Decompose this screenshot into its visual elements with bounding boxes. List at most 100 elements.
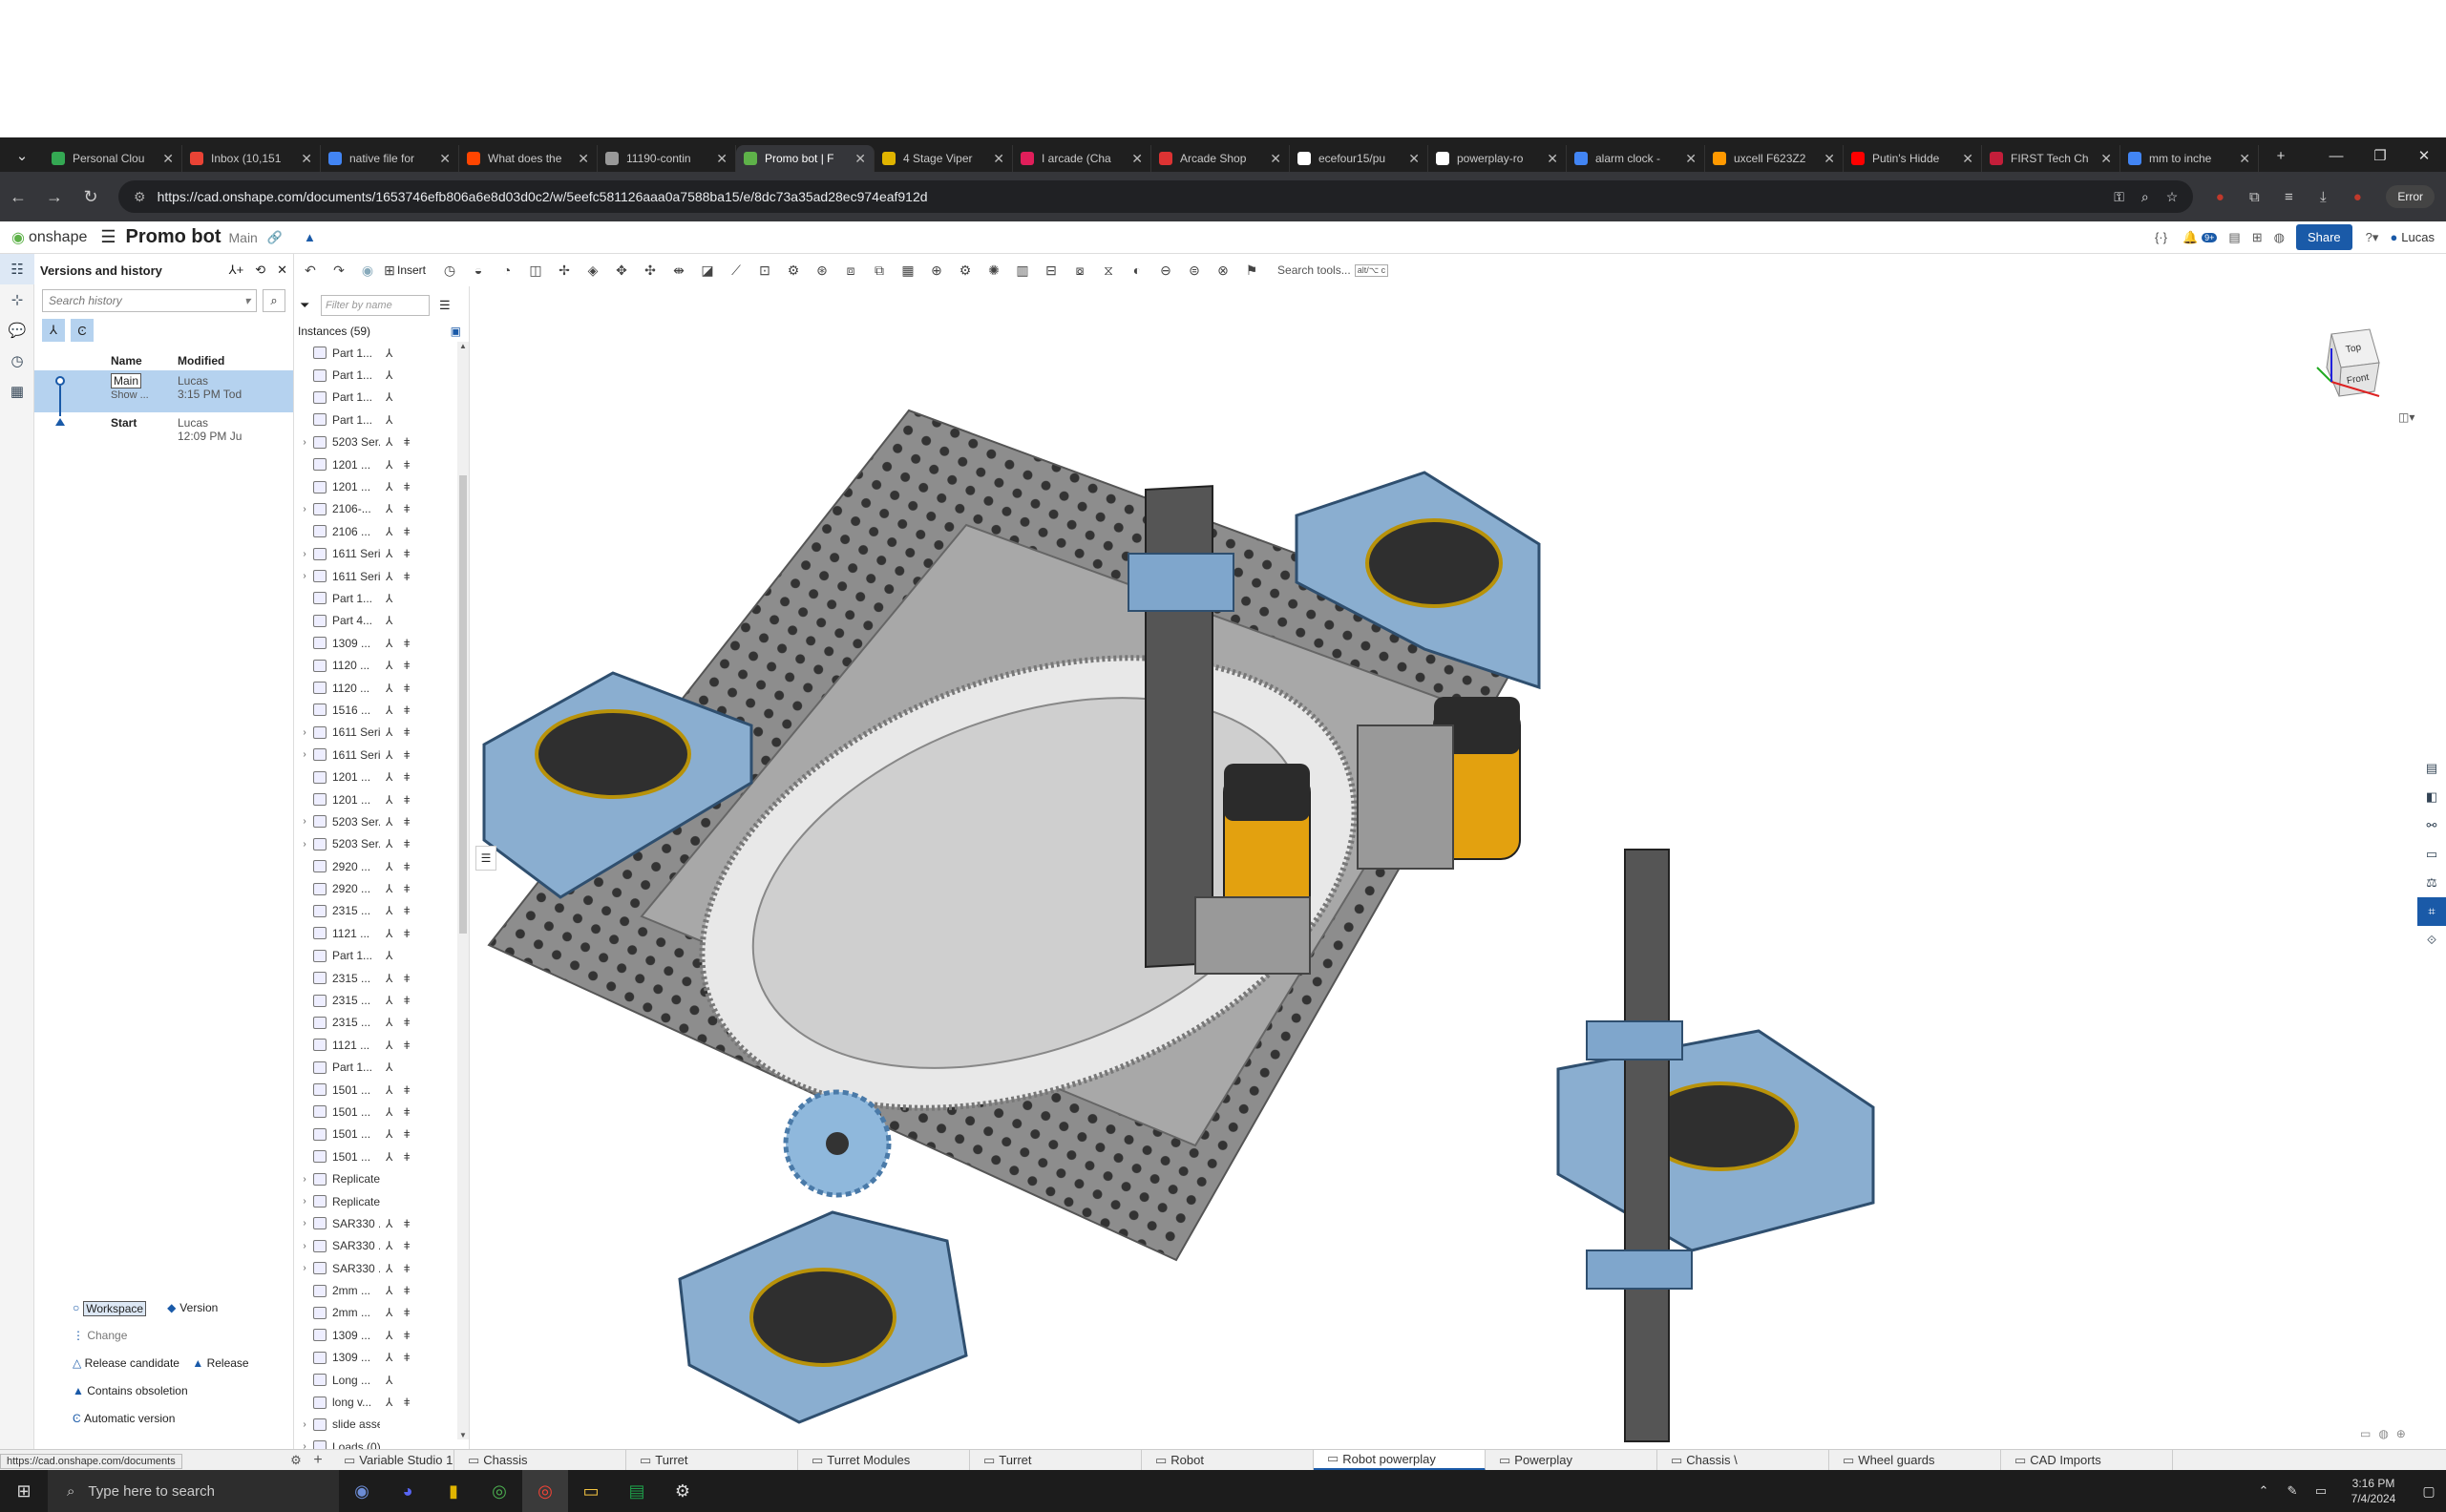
instance-item[interactable]: Part 1... ⅄ bbox=[296, 342, 458, 364]
redo-icon[interactable]: ↷ bbox=[325, 258, 353, 283]
scroll-thumb[interactable] bbox=[459, 475, 467, 934]
menu-icon[interactable]: ☰ bbox=[100, 227, 116, 247]
instance-item[interactable]: Long ... ⅄ bbox=[296, 1369, 458, 1391]
feature-list-icon[interactable]: ☷ bbox=[0, 254, 34, 284]
expand-chevron-icon[interactable]: › bbox=[296, 1196, 313, 1207]
close-tab-icon[interactable]: ✕ bbox=[578, 151, 589, 167]
filter-input[interactable]: Filter by name bbox=[321, 295, 430, 316]
link-icon[interactable]: 🔗 bbox=[267, 230, 283, 245]
appearance-icon[interactable]: ◧ bbox=[2417, 783, 2446, 811]
forward-icon[interactable]: → bbox=[36, 187, 73, 207]
instance-item[interactable]: › 2106-... ⅄ ǂ bbox=[296, 498, 458, 520]
close-tab-icon[interactable]: ✕ bbox=[2239, 151, 2250, 167]
comments-icon[interactable]: 💬 bbox=[0, 315, 34, 346]
instance-item[interactable]: 1501 ... ⅄ ǂ bbox=[296, 1124, 458, 1145]
document-tab[interactable]: ▭ Turret Modules bbox=[798, 1449, 970, 1471]
instance-item[interactable]: 1121 ... ⅄ ǂ bbox=[296, 922, 458, 944]
expand-chevron-icon[interactable]: › bbox=[296, 749, 313, 760]
instance-item[interactable]: › 5203 Ser... ⅄ ǂ bbox=[296, 833, 458, 855]
graph-view-toggle-icon[interactable]: ⅄ bbox=[42, 319, 65, 342]
instance-item[interactable]: long v... ⅄ ǂ bbox=[296, 1391, 458, 1413]
site-info-icon[interactable]: ⚙ bbox=[134, 189, 146, 205]
tab-search-icon[interactable]: ⌄ bbox=[0, 147, 44, 164]
user-avatar-icon[interactable]: ● bbox=[2390, 230, 2397, 244]
add-tab-icon[interactable]: + bbox=[306, 1452, 330, 1469]
downloads-icon[interactable]: ⤓ bbox=[2306, 189, 2340, 205]
browser-tab[interactable]: Inbox (10,151 ✕ bbox=[182, 145, 321, 172]
panel-toggle-icon[interactable]: ☰ bbox=[475, 846, 496, 871]
create-version-icon[interactable]: ⅄+ bbox=[229, 262, 244, 278]
expand-chevron-icon[interactable]: › bbox=[296, 549, 313, 559]
settings-icon[interactable]: ⚙ bbox=[660, 1470, 706, 1512]
browser-tab[interactable]: Arcade Shop ✕ bbox=[1151, 145, 1290, 172]
instance-item[interactable]: 1120 ... ⅄ ǂ bbox=[296, 677, 458, 699]
instances-scrollbar[interactable]: ▲ ▼ bbox=[457, 342, 469, 1439]
document-tab[interactable]: ▭ Robot bbox=[1142, 1449, 1314, 1471]
close-panel-icon[interactable]: ✕ bbox=[277, 262, 287, 278]
instance-item[interactable]: 2920 ... ⅄ ǂ bbox=[296, 877, 458, 899]
table-icon[interactable]: ▦ bbox=[894, 258, 922, 283]
configuration-icon[interactable]: ⚯ bbox=[2417, 811, 2446, 840]
instance-item[interactable]: › Replicate 1 bbox=[296, 1167, 458, 1189]
instance-item[interactable]: 1201 ... ⅄ ǂ bbox=[296, 766, 458, 788]
extensions-puzzle-icon[interactable]: ⧉ bbox=[2237, 189, 2271, 205]
browser-tab[interactable]: ecefour15/pu ✕ bbox=[1290, 145, 1428, 172]
browser-tab[interactable]: 11190-contin ✕ bbox=[598, 145, 736, 172]
instance-item[interactable]: 1121 ... ⅄ ǂ bbox=[296, 1034, 458, 1056]
browser-tab[interactable]: native file for ✕ bbox=[321, 145, 459, 172]
document-tab[interactable]: ▭ Chassis bbox=[454, 1449, 626, 1471]
instance-item[interactable]: › 1611 Seri... ⅄ ǂ bbox=[296, 722, 458, 744]
instance-item[interactable]: 1201 ... ⅄ ǂ bbox=[296, 475, 458, 497]
gear-relation-icon[interactable]: ⚙ bbox=[779, 258, 808, 283]
undo-icon[interactable]: ↶ bbox=[296, 258, 325, 283]
browser-tab[interactable]: 4 Stage Viper ✕ bbox=[875, 145, 1013, 172]
browser-tab[interactable]: mm to inche ✕ bbox=[2120, 145, 2259, 172]
instance-item[interactable]: 2106 ... ⅄ ǂ bbox=[296, 520, 458, 542]
scroll-up-icon[interactable]: ▲ bbox=[457, 342, 469, 350]
planar-mate-icon[interactable]: ✢ bbox=[550, 258, 579, 283]
error-button[interactable]: Error bbox=[2386, 185, 2435, 208]
close-tab-icon[interactable]: ✕ bbox=[1962, 151, 1973, 167]
tasks-icon[interactable]: ▤ bbox=[2228, 230, 2240, 245]
viewport-bottom-icons[interactable]: ▭◍⊕ bbox=[2360, 1427, 2414, 1440]
instance-item[interactable]: 1501 ... ⅄ ǂ bbox=[296, 1145, 458, 1167]
view-cube[interactable]: Top Front bbox=[2312, 325, 2389, 401]
document-tab[interactable]: ▭ CAD Imports bbox=[2001, 1449, 2173, 1471]
tool-circle-icon[interactable]: ◉ bbox=[353, 258, 382, 283]
cylindrical-mate-icon[interactable]: ◈ bbox=[579, 258, 607, 283]
document-tab[interactable]: ▭ Variable Studio 1 bbox=[330, 1449, 454, 1471]
close-tab-icon[interactable]: ✕ bbox=[439, 151, 451, 167]
measure-icon[interactable]: ⧖ bbox=[1094, 258, 1123, 283]
chrome-active-icon[interactable]: ◎ bbox=[522, 1470, 568, 1512]
mass-props-icon[interactable]: ⚖ bbox=[2417, 869, 2446, 897]
explode-panel-icon[interactable]: ⟐ bbox=[2417, 926, 2446, 955]
robot-model-render[interactable] bbox=[470, 286, 2417, 1451]
cortana-icon[interactable]: ◉ bbox=[339, 1470, 385, 1512]
rotate-view-icon[interactable]: ⊖ bbox=[1151, 258, 1180, 283]
instance-item[interactable]: › 1611 Seri... ⅄ ǂ bbox=[296, 565, 458, 587]
document-title[interactable]: Promo bot bbox=[126, 226, 221, 248]
restore-icon[interactable]: ❐ bbox=[2358, 147, 2402, 164]
onshape-logo-text[interactable]: onshape bbox=[29, 229, 87, 246]
rack-pinion-icon[interactable]: ⊛ bbox=[808, 258, 836, 283]
search-icon[interactable]: ⌕ bbox=[263, 289, 285, 312]
expand-chevron-icon[interactable]: › bbox=[296, 571, 313, 581]
section-icon[interactable]: ◐ bbox=[1123, 258, 1151, 283]
file-explorer-icon[interactable]: ▭ bbox=[568, 1470, 614, 1512]
url-field[interactable]: ⚙ https://cad.onshape.com/documents/1653… bbox=[118, 180, 2194, 213]
browser-tab[interactable]: alarm clock - ✕ bbox=[1567, 145, 1705, 172]
expand-chevron-icon[interactable]: › bbox=[296, 727, 313, 738]
expand-chevron-icon[interactable]: › bbox=[296, 1218, 313, 1228]
tray-chevron-icon[interactable]: ⌃ bbox=[2249, 1470, 2278, 1512]
browser-tab[interactable]: powerplay-ro ✕ bbox=[1428, 145, 1567, 172]
clock[interactable]: 3:16 PM 7/4/2024 bbox=[2335, 1476, 2412, 1506]
reload-icon[interactable]: ↻ bbox=[73, 187, 109, 207]
instance-item[interactable]: 2315 ... ⅄ ǂ bbox=[296, 1012, 458, 1034]
close-tab-icon[interactable]: ✕ bbox=[1547, 151, 1558, 167]
instance-item[interactable]: 1309 ... ⅄ ǂ bbox=[296, 632, 458, 654]
instance-item[interactable]: Part 1... ⅄ bbox=[296, 387, 458, 409]
instance-item[interactable]: 1501 ... ⅄ ǂ bbox=[296, 1079, 458, 1101]
parts-list-icon[interactable]: ▤ bbox=[2417, 754, 2446, 783]
linear-relation-icon[interactable]: ⧉ bbox=[865, 258, 894, 283]
expand-chevron-icon[interactable]: › bbox=[296, 1174, 313, 1185]
